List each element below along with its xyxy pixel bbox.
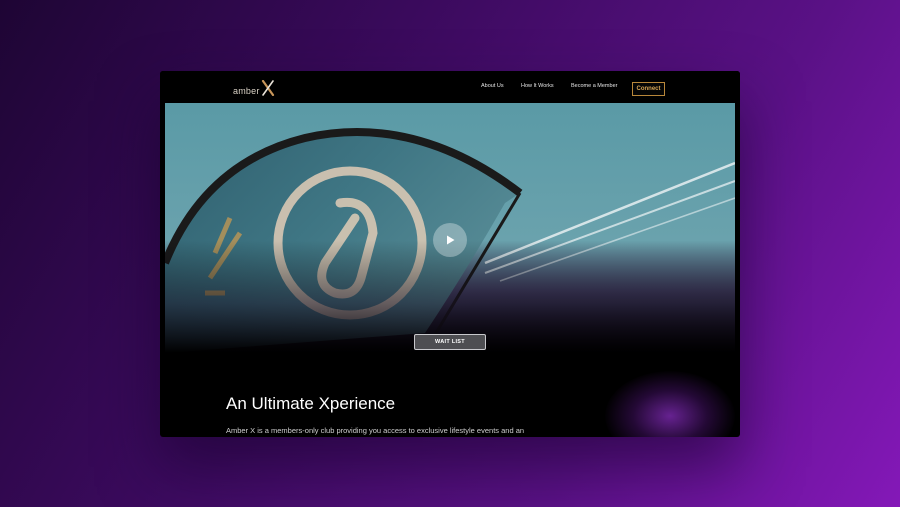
wait-list-button[interactable]: WAIT LIST — [414, 334, 486, 350]
hero-video[interactable]: WAIT LIST — [165, 103, 735, 353]
play-button[interactable] — [433, 223, 467, 257]
site-logo[interactable]: amber — [233, 80, 275, 96]
nav-how-it-works[interactable]: How It Works — [521, 83, 554, 89]
top-navigation: amber About Us How It Works Become a Mem… — [160, 71, 740, 103]
nav-about-us[interactable]: About Us — [481, 83, 504, 89]
connect-button[interactable]: Connect — [632, 82, 665, 96]
nav-become-a-member[interactable]: Become a Member — [571, 83, 617, 89]
section-description: Amber X is a members-only club providing… — [226, 426, 525, 435]
section-heading: An Ultimate Xperience — [226, 394, 396, 413]
logo-wordmark: amber — [233, 86, 260, 96]
logo-x-icon — [261, 80, 274, 96]
play-icon — [447, 235, 455, 245]
purple-glow — [605, 371, 735, 437]
browser-window: amber About Us How It Works Become a Mem… — [160, 71, 740, 437]
